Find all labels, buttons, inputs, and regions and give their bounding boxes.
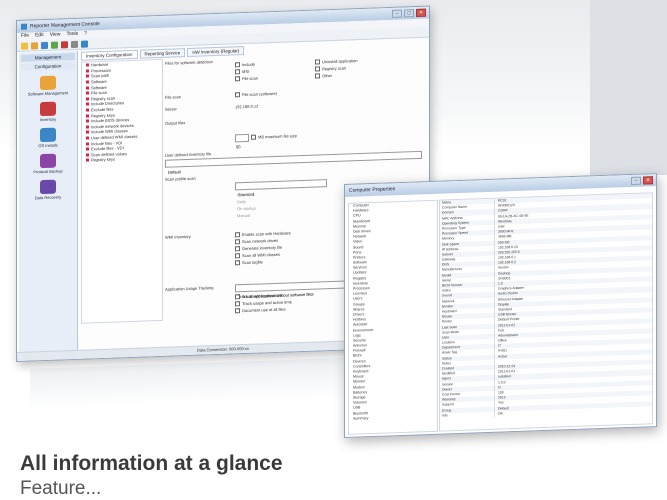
output-size-input[interactable]: 50 (235, 133, 249, 149)
wmi-item-3[interactable]: Generate inventory file (235, 245, 282, 252)
nav-item-os-installs[interactable]: OS Installs (38, 143, 57, 149)
option-daily[interactable]: Daily (237, 199, 246, 204)
data-recovery-icon[interactable] (40, 179, 56, 195)
menu-file[interactable]: File (21, 33, 29, 41)
option-automatic[interactable]: Automatic (237, 192, 255, 198)
server-label: Server (165, 106, 177, 112)
open-icon[interactable] (31, 41, 38, 49)
menu-view[interactable]: View (50, 31, 61, 39)
window-title: Reporter Management Console (30, 21, 100, 30)
properties-title: Computer Properties (349, 186, 396, 194)
property-name: Info (440, 411, 495, 419)
output-label: Output files (165, 120, 186, 126)
tree-node-icon (86, 125, 89, 129)
output-size-checkbox[interactable]: MB maximum file size (251, 133, 297, 141)
print-icon[interactable] (71, 40, 78, 48)
checkbox-file-scan[interactable]: File scan (235, 76, 258, 82)
background-panel (590, 0, 667, 175)
properties-close-button[interactable]: ✕ (643, 176, 653, 185)
tree-node-icon (86, 102, 89, 107)
checkbox-registry[interactable]: Registry scan (315, 65, 346, 72)
delete-icon[interactable] (61, 40, 68, 48)
user-defined-label: User defined inventory file (165, 151, 212, 158)
wmi-label: WMI Inventory (165, 233, 191, 240)
tree-node-icon (86, 97, 89, 101)
headline: All information at a glance (20, 452, 283, 475)
properties-window: Computer Properties – ✕ Computer Hardware… (344, 173, 657, 438)
checkbox-include[interactable]: Include (235, 62, 255, 68)
app-usage-item-1[interactable]: Track web applications (235, 293, 283, 300)
left-navigation-pane: Management Configuration Software Manage… (19, 50, 78, 353)
config-tree: Hardware Processors Scan path Software Softw… (81, 58, 163, 324)
tree-node-icon (86, 91, 89, 95)
wmi-item-2[interactable]: Scan network drives (235, 238, 278, 245)
checkbox-other[interactable]: Other (315, 73, 332, 79)
nav-section: Configuration (21, 61, 75, 71)
checkbox-uninstall[interactable]: Uninstall application (315, 58, 358, 65)
menu-tools[interactable]: Tools (66, 31, 78, 39)
minimize-button[interactable]: – (392, 9, 402, 18)
protocol-backup-icon[interactable] (40, 153, 56, 169)
app-icon (21, 23, 27, 30)
nav-item-inventory[interactable]: Inventory (40, 117, 56, 123)
scan-label: Files for software detection (165, 59, 213, 66)
inventory-icon[interactable] (40, 101, 56, 117)
os-installs-icon[interactable] (40, 127, 56, 143)
tree-node-icon (86, 153, 89, 157)
tab-reporting-service[interactable]: Reporting Service (139, 48, 186, 59)
option-startup[interactable]: On startup (237, 206, 256, 212)
menu-edit[interactable]: Edit (35, 32, 44, 40)
properties-tree: Computer Hardware CPU Mainboard Memory Disk d… (348, 199, 438, 435)
wmi-item-5[interactable]: Scan logfile (235, 259, 263, 266)
subline: Feature... (20, 478, 102, 499)
tree-node-icon (86, 147, 89, 151)
tree-node-icon (86, 130, 89, 134)
tree-node-icon (86, 63, 89, 67)
file-scan-label: File scan (165, 94, 182, 100)
tree-node-icon (86, 108, 89, 112)
tree-node-icon (86, 80, 89, 84)
nav-item-data-recovery[interactable]: Data Recovery (35, 194, 61, 200)
tree-node-icon (86, 142, 89, 146)
new-icon[interactable] (21, 42, 28, 50)
tree-node-icon (86, 119, 89, 123)
tree-node-icon (86, 158, 89, 162)
help-icon[interactable] (81, 39, 88, 48)
refresh-icon[interactable] (51, 41, 58, 49)
software-management-icon[interactable] (40, 75, 56, 91)
server-value: 192.168.0.12 (235, 103, 259, 110)
nav-item-protocol-backup[interactable]: Protocol Backup (33, 168, 62, 174)
wmi-item-1[interactable]: Enable scan with Hardware (235, 230, 291, 238)
tree-node-icon (86, 136, 89, 140)
nav-item-software-management[interactable]: Software Management (28, 90, 68, 96)
tree-node-icon (86, 69, 89, 73)
tree-node-icon (86, 74, 89, 79)
scan-profile-label: Scan profile scan (165, 175, 196, 182)
tree-node-icon (86, 114, 89, 118)
checkbox-msi[interactable]: MSI (235, 69, 249, 75)
properties-minimize-button[interactable]: – (631, 176, 641, 185)
app-usage-item-3[interactable]: Document use of all files (235, 307, 286, 314)
close-button[interactable]: ✕ (416, 8, 426, 18)
properties-table: Name PC01 Computer Name WS000123 Domain CORP M… (439, 192, 653, 432)
maximize-button[interactable]: □ (404, 9, 414, 18)
profile-select[interactable]: Standard (235, 179, 327, 197)
wmi-item-4[interactable]: Scan all WMI classes (235, 252, 280, 259)
nav-header: Management (21, 52, 75, 62)
menu-help[interactable]: ? (84, 31, 87, 39)
tree-item-label: Registry keys (91, 156, 116, 163)
save-icon[interactable] (41, 41, 48, 49)
option-manual[interactable]: Manual (237, 213, 250, 218)
tree-node-icon (86, 86, 89, 90)
file-scan-checkbox[interactable]: File scan (software) (235, 91, 277, 98)
app-usage-label: Application Usage Tracking (165, 285, 214, 292)
